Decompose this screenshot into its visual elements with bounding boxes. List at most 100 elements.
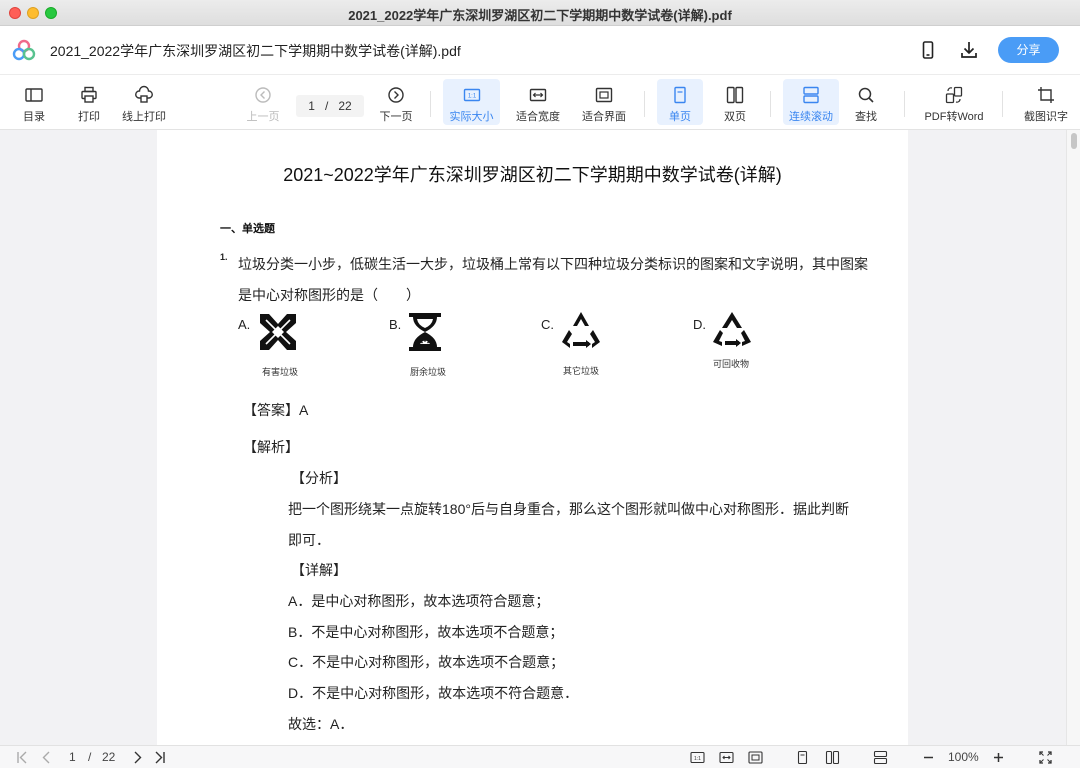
file-header: 2021_2022学年广东深圳罗湖区初二下学期期中数学试卷(详解).pdf 分享	[0, 26, 1080, 74]
plus-icon	[994, 753, 1003, 762]
detail-heading: 【详解】	[291, 562, 347, 578]
chevron-right-circle-icon	[388, 87, 404, 103]
current-page: 1	[308, 99, 315, 113]
scrollbar-thumb[interactable]	[1071, 133, 1077, 149]
app-logo-icon	[12, 39, 36, 61]
status-fit-page-button[interactable]	[748, 750, 763, 765]
fit-width-button[interactable]: 适合宽度	[512, 79, 564, 125]
printer-icon	[81, 86, 97, 103]
next-page-button[interactable]: 下一页	[376, 79, 416, 125]
section-heading: 一、单选题	[220, 223, 275, 235]
other-waste-icon	[562, 312, 600, 348]
window-title: 2021_2022学年广东深圳罗湖区初二下学期期中数学试卷(详解).pdf	[348, 8, 732, 23]
find-label: 查找	[855, 111, 877, 123]
file-title: 2021_2022学年广东深圳罗湖区初二下学期期中数学试卷(详解).pdf	[50, 43, 461, 59]
double-page-icon	[825, 750, 840, 765]
option-caption: 有害垃圾	[261, 368, 298, 378]
online-print-button[interactable]: 线上打印	[118, 79, 170, 125]
ocr-label: 截图识字	[1024, 111, 1068, 123]
phone-icon[interactable]	[918, 40, 938, 60]
cloud-print-icon	[135, 85, 153, 103]
toolbar: 目录 打印 线上打印 上一页 1 / 22 下一页 1:1 实际大小 适合宽度 …	[0, 74, 1080, 130]
prev-page-status-button[interactable]	[39, 750, 54, 765]
fullscreen-button[interactable]	[1038, 750, 1053, 765]
actual-size-icon: 1:1	[463, 88, 480, 102]
prev-page-button[interactable]: 上一页	[243, 79, 283, 125]
status-current-page[interactable]: 1	[69, 750, 76, 765]
analysis-text: 即可．	[288, 532, 330, 548]
fit-page-label: 适合界面	[582, 111, 626, 123]
status-double-page-button[interactable]	[825, 750, 840, 765]
status-actual-size-button[interactable]: 1:1	[690, 750, 705, 765]
single-page-label: 单页	[669, 111, 691, 123]
actual-size-button[interactable]: 1:1 实际大小	[443, 79, 500, 125]
first-page-button[interactable]	[15, 750, 30, 765]
crop-icon	[1038, 87, 1054, 103]
analysis-subheading: 【分析】	[291, 470, 347, 486]
fit-width-icon	[719, 751, 734, 764]
share-button[interactable]: 分享	[998, 37, 1059, 63]
double-page-label: 双页	[724, 111, 746, 123]
chevron-left-icon	[42, 751, 50, 764]
find-button[interactable]: 查找	[846, 79, 886, 125]
analysis-text: 把一个图形绕某一点旋转180°后与自身重合，那么这个图形就叫做中心对称图形．据此…	[288, 501, 849, 517]
question-text: 是中心对称图形的是（ ）	[238, 287, 420, 303]
actual-size-label: 实际大小	[449, 111, 494, 123]
continuous-scroll-button[interactable]: 连续滚动	[783, 79, 839, 125]
online-print-label: 线上打印	[122, 111, 166, 123]
document-viewport[interactable]: 2021~2022学年广东深圳罗湖区初二下学期期中数学试卷(详解) 一、单选题 …	[0, 130, 1080, 745]
zoom-level[interactable]: 100%	[948, 750, 979, 765]
toc-button[interactable]: 目录	[14, 79, 54, 125]
fit-page-icon	[595, 87, 613, 103]
kitchen-waste-icon	[409, 313, 441, 351]
svg-text:1:1: 1:1	[694, 756, 701, 762]
recyclable-icon	[713, 312, 751, 347]
pdf-to-word-button[interactable]: PDF转Word	[920, 79, 988, 125]
double-page-icon	[726, 86, 744, 104]
last-page-button[interactable]	[152, 750, 167, 765]
page-separator: /	[324, 99, 329, 113]
option-caption: 厨余垃圾	[409, 368, 446, 378]
print-label: 打印	[78, 111, 100, 123]
question-text: 垃圾分类一小步，低碳生活一大步，垃圾桶上常有以下四种垃圾分类标识的图案和文字说明…	[238, 256, 868, 272]
analysis-heading: 【解析】	[243, 439, 299, 455]
next-page-status-button[interactable]	[130, 750, 145, 765]
status-fit-width-button[interactable]	[719, 750, 734, 765]
fit-width-icon	[529, 88, 547, 102]
minus-icon	[924, 756, 933, 759]
vertical-scrollbar[interactable]	[1066, 130, 1080, 745]
toolbar-divider	[770, 91, 771, 117]
fit-page-button[interactable]: 适合界面	[578, 79, 630, 125]
status-continuous-scroll-button[interactable]	[873, 750, 888, 765]
detail-line: C．不是中心对称图形，故本选项不合题意；	[288, 654, 565, 670]
option-letter: D.	[693, 317, 706, 332]
fullscreen-icon	[1039, 751, 1052, 764]
last-page-icon	[155, 751, 165, 764]
detail-line: D．不是中心对称图形，故本选项不符合题意．	[288, 685, 579, 701]
continuous-scroll-icon	[873, 750, 888, 765]
zoom-out-button[interactable]	[921, 750, 936, 765]
print-button[interactable]: 打印	[69, 79, 109, 125]
status-page-separator: /	[88, 750, 92, 764]
toc-label: 目录	[23, 111, 45, 123]
continuous-scroll-icon	[803, 86, 819, 104]
option-letter: A.	[238, 317, 251, 332]
first-page-icon	[17, 751, 27, 764]
download-icon[interactable]	[959, 40, 979, 60]
app-window: 2021_2022学年广东深圳罗湖区初二下学期期中数学试卷(详解).pdf 20…	[0, 0, 1080, 768]
total-pages: 22	[338, 99, 352, 113]
zoom-in-button[interactable]	[991, 750, 1006, 765]
page-number-input[interactable]: 1 / 22	[296, 95, 364, 117]
double-page-button[interactable]: 双页	[713, 79, 757, 125]
actual-size-icon: 1:1	[690, 751, 705, 764]
question-number: 1.	[220, 252, 228, 262]
chevron-right-icon	[134, 751, 142, 764]
hazardous-waste-icon	[260, 314, 296, 350]
ocr-button[interactable]: 截图识字	[1018, 79, 1074, 125]
convert-icon	[945, 86, 963, 104]
option-caption: 可回收物	[712, 360, 749, 370]
detail-line: A．是中心对称图形，故本选项符合题意；	[288, 593, 550, 609]
fit-page-icon	[748, 751, 763, 764]
status-single-page-button[interactable]	[795, 750, 810, 765]
single-page-button[interactable]: 单页	[657, 79, 703, 125]
